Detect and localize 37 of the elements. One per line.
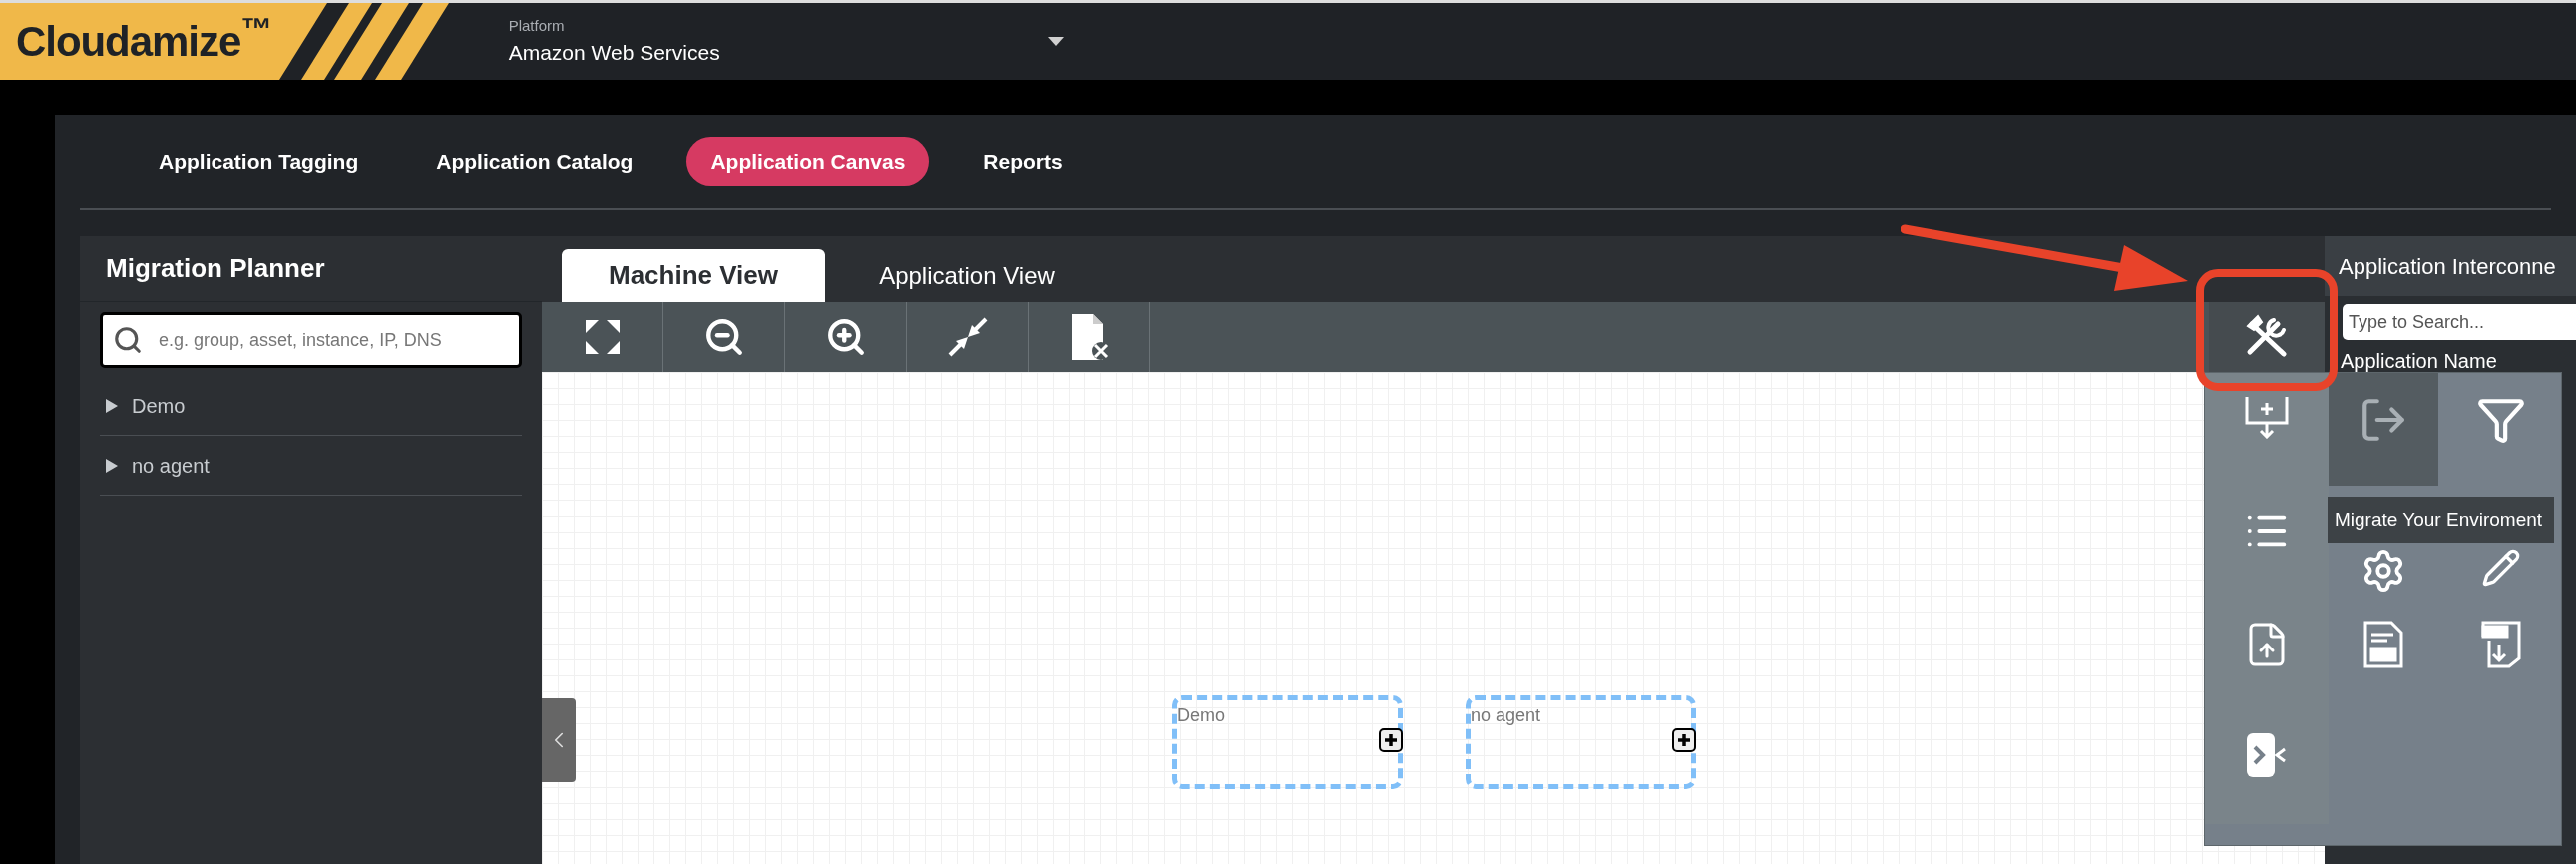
search-icon [113, 325, 143, 355]
dropdown-caret-icon[interactable] [1047, 37, 1064, 46]
node-label: no agent [1471, 704, 1541, 727]
import-plus-icon [2245, 395, 2289, 439]
file-delete-icon [1069, 314, 1109, 360]
pencil-icon [2480, 548, 2521, 588]
node-label: Demo [1177, 704, 1225, 727]
expand-plus-icon[interactable] [1379, 728, 1403, 752]
column-header: Application Name [2341, 349, 2498, 374]
tree-item-label: Demo [132, 393, 186, 419]
shrink-arrows-icon [947, 317, 988, 357]
tree-item[interactable]: no agent [100, 436, 522, 496]
logo: Cloudamize$^{™}$ [16, 10, 271, 67]
fit-screen-icon [585, 320, 620, 354]
expand-plus-icon[interactable] [1672, 728, 1696, 752]
panel-title: Application Interconne [2339, 252, 2556, 281]
view-tab[interactable]: Application View [835, 249, 1098, 302]
view-tab[interactable]: Machine View [562, 249, 825, 302]
group-node[interactable]: Demo [1172, 695, 1403, 789]
tools-button[interactable] [2209, 302, 2325, 372]
platform-value[interactable]: Amazon Web Services [508, 37, 1048, 69]
platform-label: Platform [508, 15, 566, 36]
tree-item-label: no agent [132, 453, 210, 479]
nav-tab[interactable]: Application Canvas [686, 136, 930, 187]
export-file-icon [2247, 733, 2287, 777]
csv-download-icon [2480, 621, 2521, 668]
nav-tab[interactable]: Reports [959, 136, 1086, 187]
search-field[interactable]: Type to Search... [2343, 304, 2576, 340]
nav-tab[interactable]: Application Tagging [135, 136, 383, 187]
tree-item[interactable]: Demo [100, 376, 522, 436]
csv-file-icon [2363, 621, 2403, 668]
nav-tab[interactable]: Application Catalog [412, 136, 657, 187]
panel-title: Migration Planner [106, 252, 325, 285]
group-node[interactable]: no agent [1466, 695, 1696, 789]
search-field[interactable]: e.g. group, asset, instance, IP, DNS [100, 312, 522, 368]
tooltip-text: Migrate Your Enviroment [2335, 507, 2543, 532]
tools-icon [2244, 314, 2290, 360]
